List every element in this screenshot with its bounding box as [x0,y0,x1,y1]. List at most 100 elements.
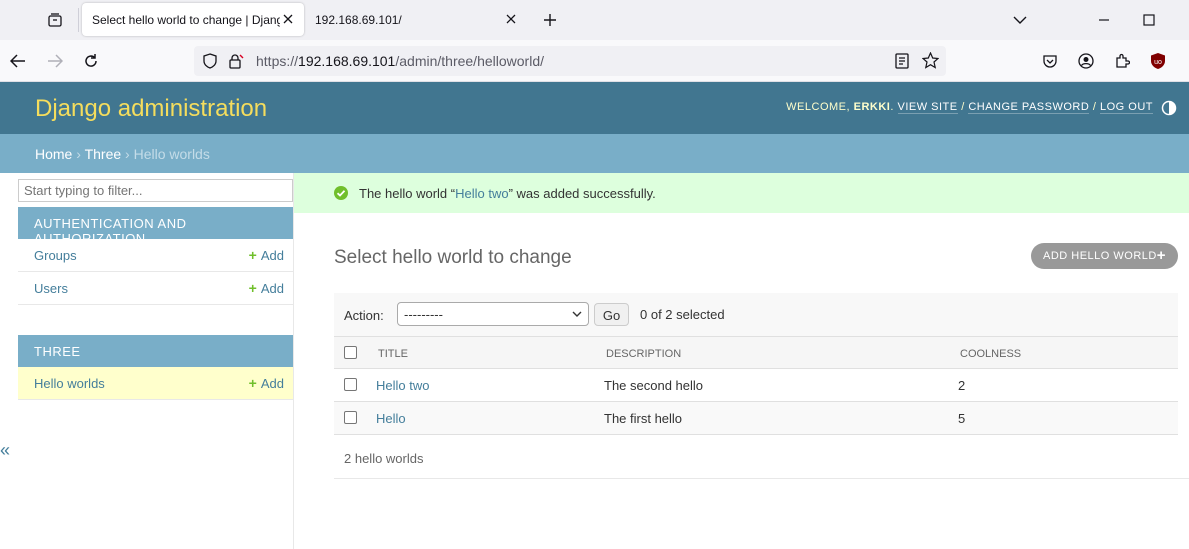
column-header-coolness[interactable]: Coolness [960,348,1021,360]
action-label: Action: [344,308,384,323]
plus-icon: + [248,375,257,391]
close-tab-icon[interactable] [503,11,519,27]
new-tab-icon[interactable] [538,8,562,32]
url-host: 192.168.69.101 [298,53,396,69]
username: erkki [853,101,891,113]
maximize-icon[interactable] [1137,8,1161,32]
close-tab-icon[interactable] [280,11,296,27]
result-list: Title Description Coolness Hello two The… [334,336,1178,435]
message-text-after: ” was added successfully. [508,186,656,201]
breadcrumb-app[interactable]: Three [85,146,122,162]
module-auth: Authentication and Authorization Groups … [18,207,293,305]
add-users-link[interactable]: + Add [249,280,284,296]
breadcrumb-home[interactable]: Home [35,146,72,162]
module-caption[interactable]: Three [18,335,293,367]
sidebar-filter-input[interactable] [18,179,293,202]
browser-tab[interactable]: 192.168.69.101/ [305,3,527,36]
module-caption[interactable]: Authentication and Authorization [18,207,293,246]
message-text-before: The hello world “ [359,186,456,201]
browser-nav-bar: https://192.168.69.101/admin/three/hello… [0,40,1189,82]
log-out-link[interactable]: Log out [1099,101,1153,114]
shield-icon[interactable] [203,53,217,72]
plus-icon: + [1156,247,1166,264]
sidebar-item-hello-worlds: Hello worlds + Add [18,367,293,400]
table-row: Hello The first hello 5 [334,402,1178,435]
add-button-label: Add hello world [1043,250,1157,262]
paginator: 2 hello worlds [334,435,1189,479]
breadcrumb: Home › Three › Hello worlds [0,134,1189,173]
sidebar-item-users: Users + Add [18,272,293,305]
add-label: Add [260,281,284,296]
go-button[interactable]: Go [594,303,629,326]
back-arrow-icon[interactable] [6,49,30,73]
view-site-link[interactable]: View site [897,101,958,114]
chevron-down-icon[interactable] [1008,8,1032,32]
reader-view-icon[interactable] [895,53,909,72]
row-description: The first hello [604,411,683,426]
separator: / [961,101,965,113]
url-prefix: https:// [256,53,299,69]
tab-list-icon[interactable] [38,6,72,34]
forward-arrow-icon[interactable] [43,49,67,73]
model-link[interactable]: Hello worlds [34,376,105,391]
plus-icon: + [248,280,257,296]
model-link[interactable]: Users [34,281,68,296]
action-selected-value: --------- [404,307,443,322]
pocket-icon[interactable] [1038,49,1062,73]
tab-title: Select hello world to change | Django si… [92,12,280,27]
message-object-link[interactable]: Hello two [455,186,508,201]
add-hello-worlds-link[interactable]: + Add [249,375,284,391]
page-title: Select hello world to change [334,247,572,268]
plus-icon: + [248,247,257,263]
column-header-description[interactable]: Description [606,348,681,360]
row-coolness: 2 [958,378,966,393]
toggle-sidebar-button[interactable]: « [0,440,10,461]
model-link[interactable]: Groups [34,248,77,263]
row-title-link[interactable]: Hello [376,411,406,426]
breadcrumb-separator: › [76,146,81,162]
extensions-icon[interactable] [1110,49,1134,73]
breadcrumb-current: Hello worlds [133,146,210,162]
actions-bar: Action: --------- Go 0 of 2 selected [334,293,1178,336]
url-path: /admin/three/helloworld/ [395,53,544,69]
ublock-icon[interactable]: uo [1146,49,1170,73]
action-select[interactable]: --------- [397,302,589,326]
table-header: Title Description Coolness [334,336,1178,369]
row-coolness: 5 [958,411,966,426]
nav-sidebar: Authentication and Authorization Groups … [17,173,294,549]
separator: / [1092,101,1097,113]
row-checkbox[interactable] [344,378,357,391]
add-hello-world-button[interactable]: Add hello world + [1031,243,1178,269]
tab-separator [78,8,79,32]
chevron-down-icon [572,311,582,317]
user-tools: Welcome, erkki. View site / Change passw… [786,101,1153,114]
selection-counter: 0 of 2 selected [640,307,725,322]
url-bar[interactable]: https://192.168.69.101/admin/three/hello… [194,46,946,76]
browser-tab-active[interactable]: Select hello world to change | Django si… [82,3,304,36]
success-message: The hello world “Hello two” was added su… [294,173,1189,213]
sidebar-item-groups: Groups + Add [18,239,293,272]
bookmark-star-icon[interactable] [921,51,940,72]
row-checkbox[interactable] [344,411,357,424]
change-password-link[interactable]: Change password [968,101,1090,114]
breadcrumb-separator: › [125,146,130,162]
row-title-link[interactable]: Hello two [376,378,429,393]
add-label: Add [260,248,284,263]
tab-title: 192.168.69.101/ [315,12,402,27]
account-icon[interactable] [1074,49,1098,73]
reload-icon[interactable] [79,49,103,73]
select-all-checkbox[interactable] [344,346,357,359]
lock-icon[interactable] [228,53,244,72]
url-text[interactable]: https://192.168.69.101/admin/three/hello… [256,53,544,69]
module-three: Three Hello worlds + Add [18,335,293,400]
add-groups-link[interactable]: + Add [249,247,284,263]
theme-toggle-icon[interactable] [1161,100,1177,116]
welcome-text: Welcome, [786,101,851,113]
success-check-icon [334,186,348,200]
admin-header: Django administration Welcome, erkki. Vi… [0,82,1189,134]
minimize-icon[interactable] [1092,8,1116,32]
column-header-title[interactable]: Title [378,348,408,360]
browser-tab-bar: Select hello world to change | Django si… [0,0,1189,40]
site-branding[interactable]: Django administration [35,95,267,123]
svg-text:uo: uo [1154,59,1162,66]
